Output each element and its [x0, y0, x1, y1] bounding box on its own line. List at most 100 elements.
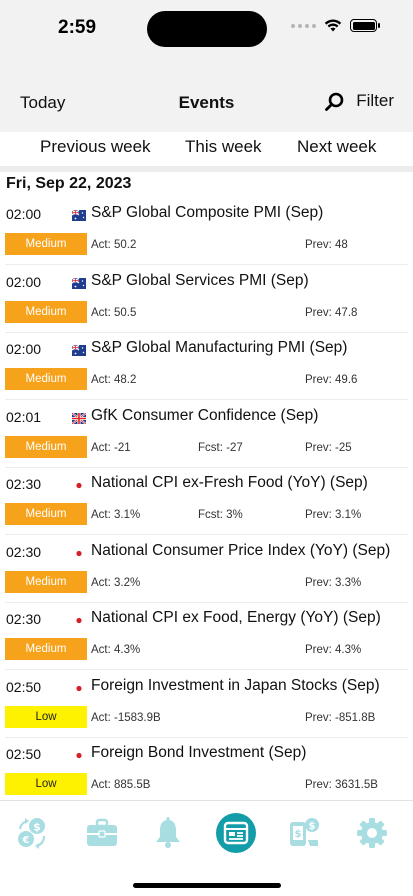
- impact-badge: Medium: [5, 503, 87, 525]
- money-transfer-icon: $ $: [290, 818, 319, 846]
- previous-value: Prev: 49.6: [305, 374, 358, 386]
- event-row[interactable]: 02:30 National CPI ex-Fresh Food (YoY) (S…: [0, 469, 413, 537]
- event-row[interactable]: 02:00 S&P Global Manufacturing PMI (Sep) M…: [0, 334, 413, 402]
- signal-icon: [291, 23, 316, 28]
- forecast-value: Fcst: 3%: [198, 509, 243, 521]
- event-title: S&P Global Composite PMI (Sep): [91, 204, 324, 221]
- previous-value: Prev: -25: [305, 441, 352, 454]
- impact-badge: Medium: [5, 368, 87, 390]
- previous-value: Prev: 3.3%: [305, 576, 362, 589]
- actual-value: Act: 3.1%: [91, 509, 141, 521]
- filter-button[interactable]: Filter: [325, 91, 394, 111]
- event-row[interactable]: 02:00 S&P Global Services PMI (Sep) Medium…: [0, 267, 413, 335]
- tab-portfolio[interactable]: [82, 813, 122, 853]
- tab-settings[interactable]: [352, 813, 392, 853]
- impact-badge: Medium: [5, 233, 87, 255]
- events-list: 02:00 S&P Global Composite PMI (Sep) Mediu…: [0, 199, 413, 807]
- tab-events[interactable]: [216, 813, 256, 853]
- actual-value: Act: 4.3%: [91, 644, 141, 656]
- event-title: S&P Global Services PMI (Sep): [91, 271, 309, 289]
- week-selector: Previous week This week Next week: [0, 132, 413, 166]
- impact-badge: Medium: [5, 638, 87, 660]
- impact-badge: Low: [5, 773, 87, 795]
- next-week-tab[interactable]: Next week: [297, 137, 376, 157]
- event-row[interactable]: 02:50 Foreign Bond Investment (Sep) Low Act…: [0, 739, 413, 807]
- row-divider: [5, 601, 408, 603]
- impact-badge: Medium: [5, 435, 87, 458]
- previous-value: Prev: 3631.5B: [305, 779, 378, 791]
- actual-value: Act: 50.5: [91, 306, 137, 319]
- event-time: 02:50: [6, 746, 42, 762]
- tab-bar: $ € $ $: [0, 800, 413, 896]
- tab-currency-exchange[interactable]: $ €: [12, 813, 52, 853]
- divider: [0, 166, 413, 172]
- row-divider: [5, 466, 408, 468]
- event-row[interactable]: 02:30 National CPI ex Food, Energy (YoY) …: [0, 604, 413, 672]
- event-time: 02:50: [6, 678, 42, 695]
- dynamic-island: [147, 11, 267, 47]
- event-title: GfK Consumer Confidence (Sep): [91, 406, 319, 424]
- svg-text:€: €: [22, 835, 30, 846]
- status-icons: [291, 19, 380, 32]
- actual-value: Act: 3.2%: [91, 576, 141, 589]
- tab-money-transfer[interactable]: $ $: [284, 813, 324, 853]
- previous-value: Prev: 47.8: [305, 306, 358, 319]
- impact-badge: Medium: [5, 300, 87, 323]
- impact-badge: Medium: [5, 570, 87, 593]
- actual-value: Act: 885.5B: [91, 779, 151, 791]
- impact-badge: Low: [5, 705, 87, 728]
- event-row[interactable]: 02:01 GfK Consumer Confidence (Sep) Medium…: [0, 402, 413, 470]
- actual-value: Act: -21: [91, 441, 131, 454]
- row-divider: [5, 264, 408, 265]
- this-week-tab[interactable]: This week: [185, 137, 262, 157]
- event-title: Foreign Bond Investment (Sep): [91, 744, 307, 761]
- event-row[interactable]: 02:30 National Consumer Price Index (YoY)…: [0, 537, 413, 605]
- event-title: Foreign Investment in Japan Stocks (Sep): [91, 676, 380, 694]
- wifi-icon: [324, 19, 342, 32]
- actual-value: Act: -1583.9B: [91, 711, 161, 724]
- briefcase-icon: [87, 818, 117, 846]
- forecast-value: Fcst: -27: [198, 441, 243, 454]
- event-title: National CPI ex-Fresh Food (YoY) (Sep): [91, 474, 368, 491]
- japan-flag-icon: [72, 546, 86, 559]
- filter-label: Filter: [356, 91, 394, 110]
- currency-exchange-icon: $ €: [18, 818, 46, 849]
- japan-flag-icon: [72, 478, 86, 491]
- tab-alerts[interactable]: [148, 813, 188, 853]
- row-divider: [5, 534, 408, 535]
- japan-flag-icon: [72, 748, 86, 761]
- battery-icon: [350, 19, 380, 32]
- event-time: 02:00: [6, 273, 42, 290]
- event-row[interactable]: 02:50 Foreign Investment in Japan Stocks …: [0, 672, 413, 740]
- row-divider: [5, 331, 408, 333]
- row-divider: [5, 736, 408, 738]
- previous-value: Prev: 4.3%: [305, 644, 362, 656]
- japan-flag-icon: [72, 681, 86, 694]
- australia-flag-icon: [71, 276, 86, 289]
- event-time: 02:01: [6, 408, 42, 425]
- previous-value: Prev: 48: [305, 239, 348, 251]
- previous-value: Prev: 3.1%: [305, 509, 362, 521]
- previous-week-tab[interactable]: Previous week: [40, 137, 151, 157]
- actual-value: Act: 50.2: [91, 239, 137, 251]
- japan-flag-icon: [72, 613, 86, 626]
- date-header: Fri, Sep 22, 2023: [6, 175, 132, 192]
- search-icon: [325, 92, 344, 111]
- australia-flag-icon: [71, 208, 86, 221]
- event-title: National CPI ex Food, Energy (YoY) (Sep): [91, 609, 381, 626]
- event-time: 02:00: [6, 341, 42, 357]
- uk-flag-icon: [71, 411, 87, 425]
- actual-value: Act: 48.2: [91, 374, 137, 386]
- previous-value: Prev: -851.8B: [305, 711, 376, 724]
- event-row[interactable]: 02:00 S&P Global Composite PMI (Sep) Mediu…: [0, 199, 413, 267]
- event-time: 02:00: [6, 206, 42, 222]
- australia-flag-icon: [71, 343, 86, 356]
- svg-text:$: $: [295, 829, 302, 840]
- row-divider: [5, 669, 408, 670]
- status-time: 2:59: [58, 17, 97, 38]
- event-time: 02:30: [6, 611, 42, 627]
- nav-bar: Today Events Filter: [0, 56, 413, 132]
- event-time: 02:30: [6, 476, 42, 492]
- svg-text:$: $: [309, 821, 316, 832]
- row-divider: [5, 399, 408, 400]
